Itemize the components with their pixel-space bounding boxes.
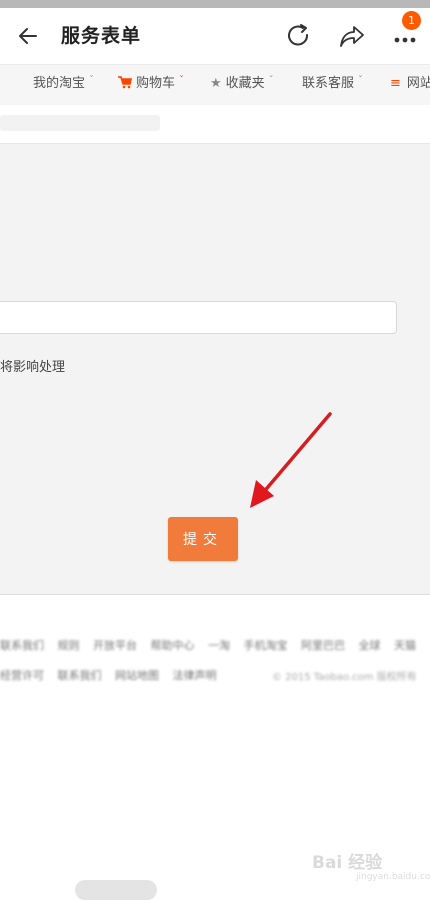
cart-icon: [118, 76, 132, 89]
form-panel: 将影响处理 提交: [0, 144, 430, 595]
home-indicator: [75, 880, 157, 900]
footer-link[interactable]: 一淘: [208, 639, 230, 652]
footer-link[interactable]: 规则: [58, 639, 80, 652]
footer-link[interactable]: 手机淘宝: [244, 639, 288, 652]
footer-link[interactable]: 经营许可: [0, 669, 44, 682]
nav-item-label: 我的淘宝: [33, 76, 86, 91]
back-button[interactable]: [14, 22, 44, 50]
star-icon: ★: [210, 76, 222, 91]
app-header: 服务表单 1: [0, 8, 430, 64]
footer-link[interactable]: 开放平台: [93, 639, 137, 652]
nav-item-site[interactable]: ≡ 网站: [390, 65, 430, 105]
nav-item-cart[interactable]: 购物车 ˇ: [118, 65, 184, 105]
copyright-text: © 2015 Taobao.com 版权所有: [272, 672, 417, 683]
footer-link[interactable]: 法律声明: [173, 669, 217, 682]
chevron-down-icon: ˇ: [358, 75, 364, 86]
footer-links-row: 经营许可 联系我们 网站地图 法律声明: [0, 667, 227, 683]
field-note: 将影响处理: [0, 360, 66, 375]
footer-link[interactable]: 全球: [359, 639, 381, 652]
footer-link[interactable]: 帮助中心: [151, 639, 195, 652]
nav-item-label: 收藏夹: [225, 76, 265, 91]
share-button[interactable]: [336, 20, 368, 52]
notification-badge: 1: [402, 11, 421, 30]
nav-item-label: 联系客服: [302, 76, 355, 91]
page-title: 服务表单: [61, 25, 142, 47]
top-nav-bar: 我的淘宝ˇ 购物车ˇ ★收藏夹ˇ 联系客服ˇ ≡网站: [0, 64, 430, 106]
submit-button[interactable]: 提交: [168, 517, 238, 561]
watermark: Bai 经验: [312, 853, 383, 873]
nav-item-label: 购物车: [136, 76, 176, 91]
nav-item-favorites[interactable]: ★ 收藏夹 ˇ: [210, 65, 274, 105]
nav-item-my-taobao[interactable]: 我的淘宝 ˇ: [33, 65, 94, 105]
menu-lines-icon: ≡: [390, 76, 401, 91]
chevron-down-icon: ˇ: [268, 75, 274, 86]
blurred-content: [0, 115, 160, 131]
footer-link[interactable]: 网站地图: [115, 669, 159, 682]
status-strip: [0, 0, 430, 8]
nav-item-label: 网站: [406, 76, 430, 91]
sub-header-strip: [0, 105, 430, 144]
footer-link[interactable]: 联系我们: [0, 639, 44, 652]
footer-links-row: 联系我们 规则 开放平台 帮助中心 一淘 手机淘宝 阿里巴巴 全球 天猫: [0, 637, 426, 653]
red-pointer-arrow-icon: [250, 412, 332, 508]
back-arrow-icon: [19, 28, 37, 44]
share-icon: [340, 26, 364, 47]
chevron-down-icon: ˇ: [179, 75, 185, 86]
footer-link[interactable]: 阿里巴巴: [301, 639, 345, 652]
watermark-sub: jingyan.baidu.com: [356, 872, 430, 882]
footer-link[interactable]: 天猫: [394, 639, 416, 652]
refresh-button[interactable]: [283, 20, 315, 52]
text-input[interactable]: [0, 301, 397, 334]
footer-link[interactable]: 联系我们: [58, 669, 102, 682]
nav-item-customer-service[interactable]: 联系客服 ˇ: [302, 65, 363, 105]
chevron-down-icon: ˇ: [89, 75, 95, 86]
refresh-icon: [288, 24, 309, 46]
